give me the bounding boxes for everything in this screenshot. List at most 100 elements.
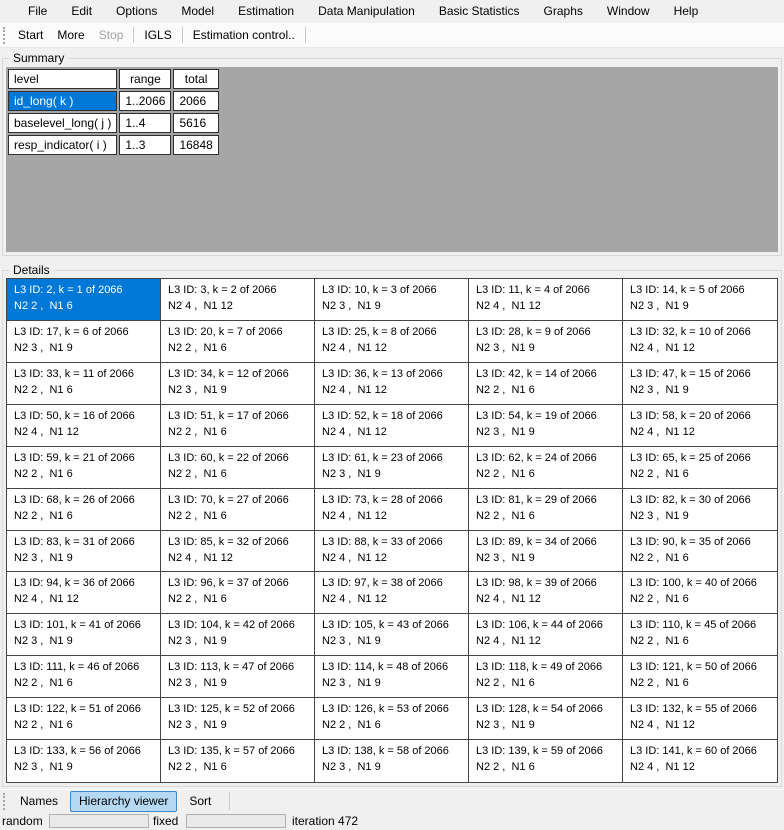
menu-item-estimation[interactable]: Estimation: [226, 0, 306, 23]
detail-cell[interactable]: L3 ID: 85, k = 32 of 2066N2 4 , N1 12: [161, 531, 315, 573]
toolbar-button-igls[interactable]: IGLS: [137, 24, 178, 47]
detail-cell[interactable]: L3 ID: 61, k = 23 of 2066N2 3 , N1 9: [315, 447, 469, 489]
detail-cell[interactable]: L3 ID: 105, k = 43 of 2066N2 3 , N1 9: [315, 614, 469, 656]
detail-cell[interactable]: L3 ID: 106, k = 44 of 2066N2 4 , N1 12: [469, 614, 623, 656]
detail-cell[interactable]: L3 ID: 97, k = 38 of 2066N2 4 , N1 12: [315, 572, 469, 614]
detail-cell-id-line: L3 ID: 114, k = 48 of 2066: [322, 659, 466, 675]
detail-cell[interactable]: L3 ID: 10, k = 3 of 2066N2 3 , N1 9: [315, 279, 469, 321]
detail-cell[interactable]: L3 ID: 52, k = 18 of 2066N2 4 , N1 12: [315, 405, 469, 447]
menu-item-edit[interactable]: Edit: [59, 0, 104, 23]
summary-cell-total[interactable]: 16848: [173, 135, 218, 155]
tab-names[interactable]: Names: [11, 791, 67, 812]
summary-cell-level[interactable]: id_long( k ): [8, 91, 117, 111]
detail-cell[interactable]: L3 ID: 111, k = 46 of 2066N2 2 , N1 6: [7, 656, 161, 698]
detail-cell[interactable]: L3 ID: 96, k = 37 of 2066N2 2 , N1 6: [161, 572, 315, 614]
menu-item-model[interactable]: Model: [169, 0, 226, 23]
detail-cell[interactable]: L3 ID: 100, k = 40 of 2066N2 2 , N1 6: [623, 572, 777, 614]
toolbar-button-start[interactable]: Start: [11, 24, 50, 47]
summary-group: Summary levelrangetotal id_long( k )1..2…: [2, 58, 782, 256]
toolbar-button-more[interactable]: More: [50, 24, 91, 47]
detail-cell-id-line: L3 ID: 139, k = 59 of 2066: [476, 743, 620, 759]
detail-cell[interactable]: L3 ID: 47, k = 15 of 2066N2 3 , N1 9: [623, 363, 777, 405]
menu-item-window[interactable]: Window: [595, 0, 662, 23]
detail-cell-id-line: L3 ID: 88, k = 33 of 2066: [322, 534, 466, 550]
detail-cell[interactable]: L3 ID: 110, k = 45 of 2066N2 2 , N1 6: [623, 614, 777, 656]
detail-cell[interactable]: L3 ID: 81, k = 29 of 2066N2 2 , N1 6: [469, 489, 623, 531]
summary-cell-total[interactable]: 5616: [173, 113, 218, 133]
detail-cell[interactable]: L3 ID: 17, k = 6 of 2066N2 3 , N1 9: [7, 321, 161, 363]
detail-cell[interactable]: L3 ID: 139, k = 59 of 2066N2 2 , N1 6: [469, 740, 623, 782]
menu-item-file[interactable]: File: [16, 0, 59, 23]
tabstrip-grip-handle[interactable]: [3, 793, 7, 810]
detail-cell[interactable]: L3 ID: 70, k = 27 of 2066N2 2 , N1 6: [161, 489, 315, 531]
detail-cell[interactable]: L3 ID: 118, k = 49 of 2066N2 2 , N1 6: [469, 656, 623, 698]
toolbar-button-stop[interactable]: Stop: [92, 24, 131, 47]
detail-cell[interactable]: L3 ID: 135, k = 57 of 2066N2 2 , N1 6: [161, 740, 315, 782]
toolbar-grip-handle[interactable]: [3, 27, 7, 44]
detail-cell[interactable]: L3 ID: 54, k = 19 of 2066N2 3 , N1 9: [469, 405, 623, 447]
detail-cell[interactable]: L3 ID: 34, k = 12 of 2066N2 3 , N1 9: [161, 363, 315, 405]
detail-cell[interactable]: L3 ID: 126, k = 53 of 2066N2 2 , N1 6: [315, 698, 469, 740]
menu-item-data-manipulation[interactable]: Data Manipulation: [306, 0, 427, 23]
detail-cell[interactable]: L3 ID: 11, k = 4 of 2066N2 4 , N1 12: [469, 279, 623, 321]
detail-cell[interactable]: L3 ID: 83, k = 31 of 2066N2 3 , N1 9: [7, 531, 161, 573]
detail-cell[interactable]: L3 ID: 122, k = 51 of 2066N2 2 , N1 6: [7, 698, 161, 740]
detail-cell[interactable]: L3 ID: 82, k = 30 of 2066N2 3 , N1 9: [623, 489, 777, 531]
detail-cell[interactable]: L3 ID: 68, k = 26 of 2066N2 2 , N1 6: [7, 489, 161, 531]
detail-cell-id-line: L3 ID: 20, k = 7 of 2066: [168, 324, 312, 340]
detail-cell[interactable]: L3 ID: 113, k = 47 of 2066N2 3 , N1 9: [161, 656, 315, 698]
menu-item-basic-statistics[interactable]: Basic Statistics: [427, 0, 532, 23]
detail-cell[interactable]: L3 ID: 90, k = 35 of 2066N2 2 , N1 6: [623, 531, 777, 573]
detail-cell[interactable]: L3 ID: 25, k = 8 of 2066N2 4 , N1 12: [315, 321, 469, 363]
detail-cell[interactable]: L3 ID: 121, k = 50 of 2066N2 2 , N1 6: [623, 656, 777, 698]
detail-cell[interactable]: L3 ID: 65, k = 25 of 2066N2 2 , N1 6: [623, 447, 777, 489]
detail-cell[interactable]: L3 ID: 132, k = 55 of 2066N2 4 , N1 12: [623, 698, 777, 740]
detail-cell[interactable]: L3 ID: 20, k = 7 of 2066N2 2 , N1 6: [161, 321, 315, 363]
detail-cell-id-line: L3 ID: 126, k = 53 of 2066: [322, 701, 466, 717]
detail-cell[interactable]: L3 ID: 88, k = 33 of 2066N2 4 , N1 12: [315, 531, 469, 573]
detail-cell[interactable]: L3 ID: 98, k = 39 of 2066N2 4 , N1 12: [469, 572, 623, 614]
detail-cell[interactable]: L3 ID: 62, k = 24 of 2066N2 2 , N1 6: [469, 447, 623, 489]
summary-cell-total[interactable]: 2066: [173, 91, 218, 111]
detail-cell[interactable]: L3 ID: 125, k = 52 of 2066N2 3 , N1 9: [161, 698, 315, 740]
summary-cell-level[interactable]: resp_indicator( i ): [8, 135, 117, 155]
detail-cell[interactable]: L3 ID: 104, k = 42 of 2066N2 3 , N1 9: [161, 614, 315, 656]
detail-cell[interactable]: L3 ID: 50, k = 16 of 2066N2 4 , N1 12: [7, 405, 161, 447]
detail-cell[interactable]: L3 ID: 141, k = 60 of 2066N2 4 , N1 12: [623, 740, 777, 782]
summary-row: baselevel_long( j )1..45616: [8, 113, 219, 133]
detail-cell[interactable]: L3 ID: 101, k = 41 of 2066N2 3 , N1 9: [7, 614, 161, 656]
detail-cell[interactable]: L3 ID: 73, k = 28 of 2066N2 4 , N1 12: [315, 489, 469, 531]
summary-cell-level[interactable]: baselevel_long( j ): [8, 113, 117, 133]
detail-cell[interactable]: L3 ID: 59, k = 21 of 2066N2 2 , N1 6: [7, 447, 161, 489]
detail-cell[interactable]: L3 ID: 58, k = 20 of 2066N2 4 , N1 12: [623, 405, 777, 447]
detail-cell[interactable]: L3 ID: 36, k = 13 of 2066N2 4 , N1 12: [315, 363, 469, 405]
detail-cell[interactable]: L3 ID: 3, k = 2 of 2066N2 4 , N1 12: [161, 279, 315, 321]
detail-cell[interactable]: L3 ID: 2, k = 1 of 2066N2 2 , N1 6: [7, 279, 161, 321]
menu-item-help[interactable]: Help: [662, 0, 711, 23]
toolbar-button-estimation-control[interactable]: Estimation control..: [186, 24, 302, 47]
detail-cell[interactable]: L3 ID: 32, k = 10 of 2066N2 4 , N1 12: [623, 321, 777, 363]
detail-cell-id-line: L3 ID: 122, k = 51 of 2066: [14, 701, 158, 717]
detail-cell-id-line: L3 ID: 52, k = 18 of 2066: [322, 408, 466, 424]
summary-cell-range[interactable]: 1..3: [119, 135, 171, 155]
detail-cell[interactable]: L3 ID: 138, k = 58 of 2066N2 3 , N1 9: [315, 740, 469, 782]
summary-cell-range[interactable]: 1..2066: [119, 91, 171, 111]
detail-cell[interactable]: L3 ID: 133, k = 56 of 2066N2 3 , N1 9: [7, 740, 161, 782]
detail-cell[interactable]: L3 ID: 94, k = 36 of 2066N2 4 , N1 12: [7, 572, 161, 614]
detail-cell[interactable]: L3 ID: 42, k = 14 of 2066N2 2 , N1 6: [469, 363, 623, 405]
toolbar: StartMoreStop IGLS Estimation control..: [0, 23, 784, 48]
detail-cell[interactable]: L3 ID: 51, k = 17 of 2066N2 2 , N1 6: [161, 405, 315, 447]
detail-cell[interactable]: L3 ID: 14, k = 5 of 2066N2 3 , N1 9: [623, 279, 777, 321]
detail-cell[interactable]: L3 ID: 60, k = 22 of 2066N2 2 , N1 6: [161, 447, 315, 489]
tab-hierarchy-viewer[interactable]: Hierarchy viewer: [70, 791, 177, 812]
detail-cell[interactable]: L3 ID: 114, k = 48 of 2066N2 3 , N1 9: [315, 656, 469, 698]
tab-sort[interactable]: Sort: [180, 791, 220, 812]
menu-item-options[interactable]: Options: [104, 0, 169, 23]
detail-cell[interactable]: L3 ID: 33, k = 11 of 2066N2 2 , N1 6: [7, 363, 161, 405]
detail-cell[interactable]: L3 ID: 28, k = 9 of 2066N2 3 , N1 9: [469, 321, 623, 363]
detail-cell[interactable]: L3 ID: 128, k = 54 of 2066N2 3 , N1 9: [469, 698, 623, 740]
summary-cell-range[interactable]: 1..4: [119, 113, 171, 133]
detail-cell[interactable]: L3 ID: 89, k = 34 of 2066N2 3 , N1 9: [469, 531, 623, 573]
detail-cell-counts-line: N2 2 , N1 6: [476, 466, 620, 482]
menu-item-graphs[interactable]: Graphs: [532, 0, 595, 23]
